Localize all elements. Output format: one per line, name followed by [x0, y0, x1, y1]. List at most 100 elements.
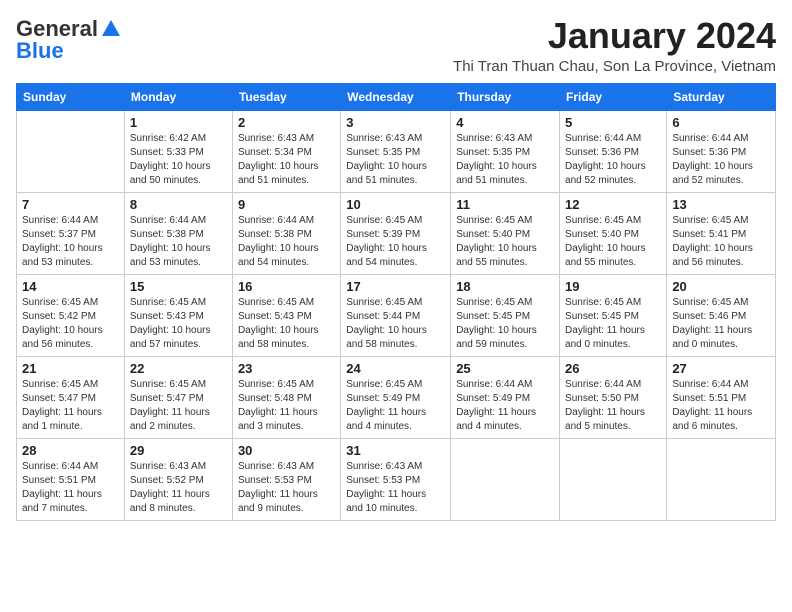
day-info: Sunrise: 6:45 AM Sunset: 5:43 PM Dayligh…: [130, 296, 227, 352]
calendar-week-row: 7Sunrise: 6:44 AM Sunset: 5:37 PM Daylig…: [17, 192, 776, 274]
day-number: 17: [346, 279, 445, 294]
calendar-week-row: 14 Sunrise: 6:45 AM Sunset: 5:42 PM Dayli…: [17, 274, 776, 356]
day-info: Sunrise: 6:43 AM Sunset: 5:53 PM Dayligh…: [346, 460, 445, 516]
calendar-day-cell: 14 Sunrise: 6:45 AM Sunset: 5:42 PM Dayli…: [17, 274, 125, 356]
weekday-header-cell: Thursday: [451, 83, 560, 110]
month-title: January 2024: [453, 16, 776, 56]
calendar-day-cell: 10Sunrise: 6:45 AM Sunset: 5:39 PM Dayli…: [341, 192, 451, 274]
header: General Blue January 2024 Thi Tran Thuan…: [16, 16, 776, 75]
day-info: Sunrise: 6:45 AM Sunset: 5:42 PM Dayligh…: [22, 296, 119, 352]
weekday-header-cell: Saturday: [667, 83, 776, 110]
calendar-day-cell: 19Sunrise: 6:45 AM Sunset: 5:45 PM Dayli…: [560, 274, 667, 356]
calendar-day-cell: 1 Sunrise: 6:42 AM Sunset: 5:33 PM Daylig…: [124, 110, 232, 192]
calendar-day-cell: 7Sunrise: 6:44 AM Sunset: 5:37 PM Daylig…: [17, 192, 125, 274]
day-number: 14: [22, 279, 119, 294]
calendar-day-cell: 21Sunrise: 6:45 AM Sunset: 5:47 PM Dayli…: [17, 356, 125, 438]
calendar-day-cell: 26 Sunrise: 6:44 AM Sunset: 5:50 PM Dayli…: [560, 356, 667, 438]
day-number: 26: [565, 361, 661, 376]
day-info: Sunrise: 6:45 AM Sunset: 5:49 PM Dayligh…: [346, 378, 445, 434]
day-number: 30: [238, 443, 335, 458]
day-number: 1: [130, 115, 227, 130]
calendar-table: SundayMondayTuesdayWednesdayThursdayFrid…: [16, 83, 776, 521]
day-number: 28: [22, 443, 119, 458]
calendar-day-cell: 12 Sunrise: 6:45 AM Sunset: 5:40 PM Dayli…: [560, 192, 667, 274]
day-number: 22: [130, 361, 227, 376]
calendar-day-cell: 30 Sunrise: 6:43 AM Sunset: 5:53 PM Dayli…: [232, 438, 340, 520]
day-number: 15: [130, 279, 227, 294]
day-number: 29: [130, 443, 227, 458]
calendar-day-cell: 16Sunrise: 6:45 AM Sunset: 5:43 PM Dayli…: [232, 274, 340, 356]
day-number: 23: [238, 361, 335, 376]
day-info: Sunrise: 6:43 AM Sunset: 5:53 PM Dayligh…: [238, 460, 335, 516]
location-title: Thi Tran Thuan Chau, Son La Province, Vi…: [453, 58, 776, 75]
day-number: 2: [238, 115, 335, 130]
calendar-day-cell: 6 Sunrise: 6:44 AM Sunset: 5:36 PM Daylig…: [667, 110, 776, 192]
day-number: 27: [672, 361, 770, 376]
calendar-day-cell: [667, 438, 776, 520]
calendar-day-cell: 29 Sunrise: 6:43 AM Sunset: 5:52 PM Dayli…: [124, 438, 232, 520]
day-info: Sunrise: 6:44 AM Sunset: 5:38 PM Dayligh…: [238, 214, 335, 270]
calendar-day-cell: 9 Sunrise: 6:44 AM Sunset: 5:38 PM Daylig…: [232, 192, 340, 274]
day-info: Sunrise: 6:43 AM Sunset: 5:35 PM Dayligh…: [346, 132, 445, 188]
day-info: Sunrise: 6:42 AM Sunset: 5:33 PM Dayligh…: [130, 132, 227, 188]
day-info: Sunrise: 6:45 AM Sunset: 5:44 PM Dayligh…: [346, 296, 445, 352]
day-number: 12: [565, 197, 661, 212]
day-info: Sunrise: 6:45 AM Sunset: 5:40 PM Dayligh…: [565, 214, 661, 270]
day-info: Sunrise: 6:45 AM Sunset: 5:47 PM Dayligh…: [130, 378, 227, 434]
calendar-day-cell: 31 Sunrise: 6:43 AM Sunset: 5:53 PM Dayli…: [341, 438, 451, 520]
calendar-day-cell: 24 Sunrise: 6:45 AM Sunset: 5:49 PM Dayli…: [341, 356, 451, 438]
day-info: Sunrise: 6:45 AM Sunset: 5:48 PM Dayligh…: [238, 378, 335, 434]
calendar-day-cell: 8 Sunrise: 6:44 AM Sunset: 5:38 PM Daylig…: [124, 192, 232, 274]
calendar-day-cell: [560, 438, 667, 520]
day-info: Sunrise: 6:45 AM Sunset: 5:43 PM Dayligh…: [238, 296, 335, 352]
day-info: Sunrise: 6:44 AM Sunset: 5:49 PM Dayligh…: [456, 378, 554, 434]
day-number: 31: [346, 443, 445, 458]
calendar-day-cell: 22 Sunrise: 6:45 AM Sunset: 5:47 PM Dayli…: [124, 356, 232, 438]
day-number: 6: [672, 115, 770, 130]
day-number: 24: [346, 361, 445, 376]
calendar-day-cell: [17, 110, 125, 192]
day-info: Sunrise: 6:44 AM Sunset: 5:51 PM Dayligh…: [672, 378, 770, 434]
day-number: 20: [672, 279, 770, 294]
day-info: Sunrise: 6:45 AM Sunset: 5:45 PM Dayligh…: [456, 296, 554, 352]
calendar-week-row: 21Sunrise: 6:45 AM Sunset: 5:47 PM Dayli…: [17, 356, 776, 438]
day-number: 13: [672, 197, 770, 212]
calendar-day-cell: 28Sunrise: 6:44 AM Sunset: 5:51 PM Dayli…: [17, 438, 125, 520]
weekday-header-cell: Tuesday: [232, 83, 340, 110]
calendar-day-cell: 2Sunrise: 6:43 AM Sunset: 5:34 PM Daylig…: [232, 110, 340, 192]
day-number: 8: [130, 197, 227, 212]
day-info: Sunrise: 6:45 AM Sunset: 5:46 PM Dayligh…: [672, 296, 770, 352]
day-info: Sunrise: 6:44 AM Sunset: 5:36 PM Dayligh…: [672, 132, 770, 188]
calendar-week-row: 28Sunrise: 6:44 AM Sunset: 5:51 PM Dayli…: [17, 438, 776, 520]
title-block: January 2024 Thi Tran Thuan Chau, Son La…: [453, 16, 776, 75]
day-info: Sunrise: 6:45 AM Sunset: 5:41 PM Dayligh…: [672, 214, 770, 270]
calendar-day-cell: 20 Sunrise: 6:45 AM Sunset: 5:46 PM Dayli…: [667, 274, 776, 356]
day-number: 5: [565, 115, 661, 130]
day-info: Sunrise: 6:45 AM Sunset: 5:47 PM Dayligh…: [22, 378, 119, 434]
day-number: 7: [22, 197, 119, 212]
calendar-day-cell: [451, 438, 560, 520]
calendar-day-cell: 17 Sunrise: 6:45 AM Sunset: 5:44 PM Dayli…: [341, 274, 451, 356]
logo-blue-text: Blue: [16, 38, 64, 64]
day-number: 9: [238, 197, 335, 212]
day-info: Sunrise: 6:43 AM Sunset: 5:35 PM Dayligh…: [456, 132, 554, 188]
calendar-day-cell: 4Sunrise: 6:43 AM Sunset: 5:35 PM Daylig…: [451, 110, 560, 192]
calendar-day-cell: 23 Sunrise: 6:45 AM Sunset: 5:48 PM Dayli…: [232, 356, 340, 438]
calendar-day-cell: 25Sunrise: 6:44 AM Sunset: 5:49 PM Dayli…: [451, 356, 560, 438]
calendar-day-cell: 11Sunrise: 6:45 AM Sunset: 5:40 PM Dayli…: [451, 192, 560, 274]
day-info: Sunrise: 6:43 AM Sunset: 5:52 PM Dayligh…: [130, 460, 227, 516]
calendar-day-cell: 27 Sunrise: 6:44 AM Sunset: 5:51 PM Dayli…: [667, 356, 776, 438]
logo-icon: [100, 18, 122, 40]
day-info: Sunrise: 6:45 AM Sunset: 5:45 PM Dayligh…: [565, 296, 661, 352]
weekday-header-cell: Wednesday: [341, 83, 451, 110]
calendar-day-cell: 13 Sunrise: 6:45 AM Sunset: 5:41 PM Dayli…: [667, 192, 776, 274]
weekday-header-cell: Friday: [560, 83, 667, 110]
day-number: 18: [456, 279, 554, 294]
day-number: 3: [346, 115, 445, 130]
day-info: Sunrise: 6:44 AM Sunset: 5:38 PM Dayligh…: [130, 214, 227, 270]
day-info: Sunrise: 6:45 AM Sunset: 5:40 PM Dayligh…: [456, 214, 554, 270]
calendar-day-cell: 5Sunrise: 6:44 AM Sunset: 5:36 PM Daylig…: [560, 110, 667, 192]
day-info: Sunrise: 6:45 AM Sunset: 5:39 PM Dayligh…: [346, 214, 445, 270]
day-info: Sunrise: 6:44 AM Sunset: 5:50 PM Dayligh…: [565, 378, 661, 434]
calendar-day-cell: 18 Sunrise: 6:45 AM Sunset: 5:45 PM Dayli…: [451, 274, 560, 356]
